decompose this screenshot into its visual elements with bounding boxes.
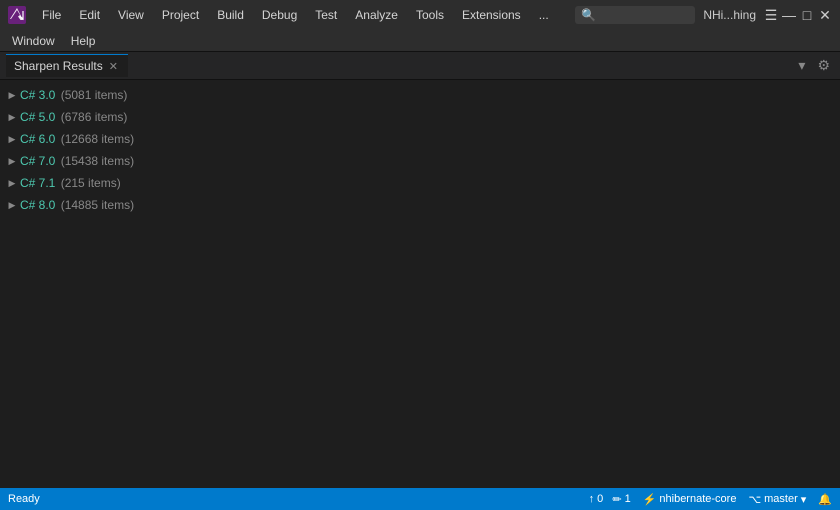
menu-view[interactable]: View xyxy=(110,4,152,26)
panel-header: Sharpen Results ✕ ▾ ⚙ xyxy=(0,52,840,80)
menu-help[interactable]: Help xyxy=(63,30,104,52)
tab-close-icon[interactable]: ✕ xyxy=(107,60,120,73)
tree-arrow-icon: ▶ xyxy=(4,131,20,147)
close-button[interactable]: ✕ xyxy=(818,8,832,22)
tree-item[interactable]: ▶ C# 3.0 (5081 items) xyxy=(0,84,840,106)
status-left: Ready xyxy=(8,493,40,505)
window-title: NHi...hing xyxy=(703,8,756,22)
tree-item[interactable]: ▶ C# 7.1 (215 items) xyxy=(0,172,840,194)
tab-label: Sharpen Results xyxy=(14,59,103,73)
window-controls: ☰ — □ ✕ xyxy=(764,8,832,22)
status-branch[interactable]: ⌥ master ▾ xyxy=(748,493,806,506)
tree-arrow-icon: ▶ xyxy=(4,87,20,103)
title-bar: File Edit View Project Build Debug Test … xyxy=(0,0,840,30)
panel-chevron-icon[interactable]: ▾ xyxy=(794,55,809,76)
menu-bar: File Edit View Project Build Debug Test … xyxy=(34,4,567,26)
tree-item-count: (5081 items) xyxy=(57,88,127,102)
menu-analyze[interactable]: Analyze xyxy=(347,4,406,26)
menu-ellipsis[interactable]: ... xyxy=(531,4,557,26)
window-menu-button[interactable]: ☰ xyxy=(764,8,778,22)
branch-name: master xyxy=(764,493,798,505)
tree-view: ▶ C# 3.0 (5081 items) ▶ C# 5.0 (6786 ite… xyxy=(0,80,840,488)
tree-item-count: (15438 items) xyxy=(57,154,134,168)
minimize-button[interactable]: — xyxy=(782,8,796,22)
menu-edit[interactable]: Edit xyxy=(71,4,108,26)
branch-chevron-icon: ▾ xyxy=(801,493,807,506)
status-bar: Ready ↑ 0 ✏ 1 ⚡ nhibernate-core ⌥ master… xyxy=(0,488,840,510)
tree-item-label: C# 5.0 xyxy=(20,110,55,124)
tree-arrow-icon: ▶ xyxy=(4,153,20,169)
tree-item-count: (215 items) xyxy=(57,176,120,190)
tree-item-label: C# 7.0 xyxy=(20,154,55,168)
tree-arrow-icon: ▶ xyxy=(4,197,20,213)
tree-item-label: C# 6.0 xyxy=(20,132,55,146)
tree-item[interactable]: ▶ C# 7.0 (15438 items) xyxy=(0,150,840,172)
tree-item-count: (6786 items) xyxy=(57,110,127,124)
repo-name: nhibernate-core xyxy=(659,493,736,505)
branch-icon: ⌥ xyxy=(748,493,761,506)
menu-file[interactable]: File xyxy=(34,4,69,26)
sync-count: 0 xyxy=(597,493,603,505)
repo-icon: ⚡ xyxy=(643,493,657,506)
tree-item-label: C# 3.0 xyxy=(20,88,55,102)
panel-settings-icon[interactable]: ⚙ xyxy=(813,55,834,76)
tree-item-count: (14885 items) xyxy=(57,198,134,212)
vs-logo-icon xyxy=(8,6,26,24)
status-sync[interactable]: ↑ 0 ✏ 1 xyxy=(589,493,631,506)
sharpen-results-tab[interactable]: Sharpen Results ✕ xyxy=(6,54,128,77)
panel-actions: ▾ ⚙ xyxy=(794,55,834,76)
tree-item[interactable]: ▶ C# 5.0 (6786 items) xyxy=(0,106,840,128)
tree-item-label: C# 7.1 xyxy=(20,176,55,190)
tree-arrow-icon: ▶ xyxy=(4,109,20,125)
status-repo[interactable]: ⚡ nhibernate-core xyxy=(643,493,737,506)
secondary-menu-row: Window Help xyxy=(0,30,840,52)
status-right: ↑ 0 ✏ 1 ⚡ nhibernate-core ⌥ master ▾ 🔔 xyxy=(589,493,832,506)
pencil-icon: ✏ xyxy=(612,493,621,506)
maximize-button[interactable]: □ xyxy=(800,8,814,22)
menu-project[interactable]: Project xyxy=(154,4,207,26)
menu-debug[interactable]: Debug xyxy=(254,4,305,26)
menu-window[interactable]: Window xyxy=(4,30,63,52)
status-ready[interactable]: Ready xyxy=(8,493,40,505)
status-notifications[interactable]: 🔔 xyxy=(818,493,832,506)
tree-arrow-icon: ▶ xyxy=(4,175,20,191)
search-icon: 🔍 xyxy=(581,8,596,22)
tree-item-count: (12668 items) xyxy=(57,132,134,146)
tree-item-label: C# 8.0 xyxy=(20,198,55,212)
arrow-up-icon: ↑ xyxy=(589,493,595,505)
pencil-count: 1 xyxy=(625,493,631,505)
tree-item[interactable]: ▶ C# 8.0 (14885 items) xyxy=(0,194,840,216)
menu-extensions[interactable]: Extensions xyxy=(454,4,529,26)
title-search-box[interactable]: 🔍 xyxy=(575,6,695,24)
tree-item[interactable]: ▶ C# 6.0 (12668 items) xyxy=(0,128,840,150)
menu-tools[interactable]: Tools xyxy=(408,4,452,26)
menu-test[interactable]: Test xyxy=(307,4,345,26)
menu-build[interactable]: Build xyxy=(209,4,252,26)
